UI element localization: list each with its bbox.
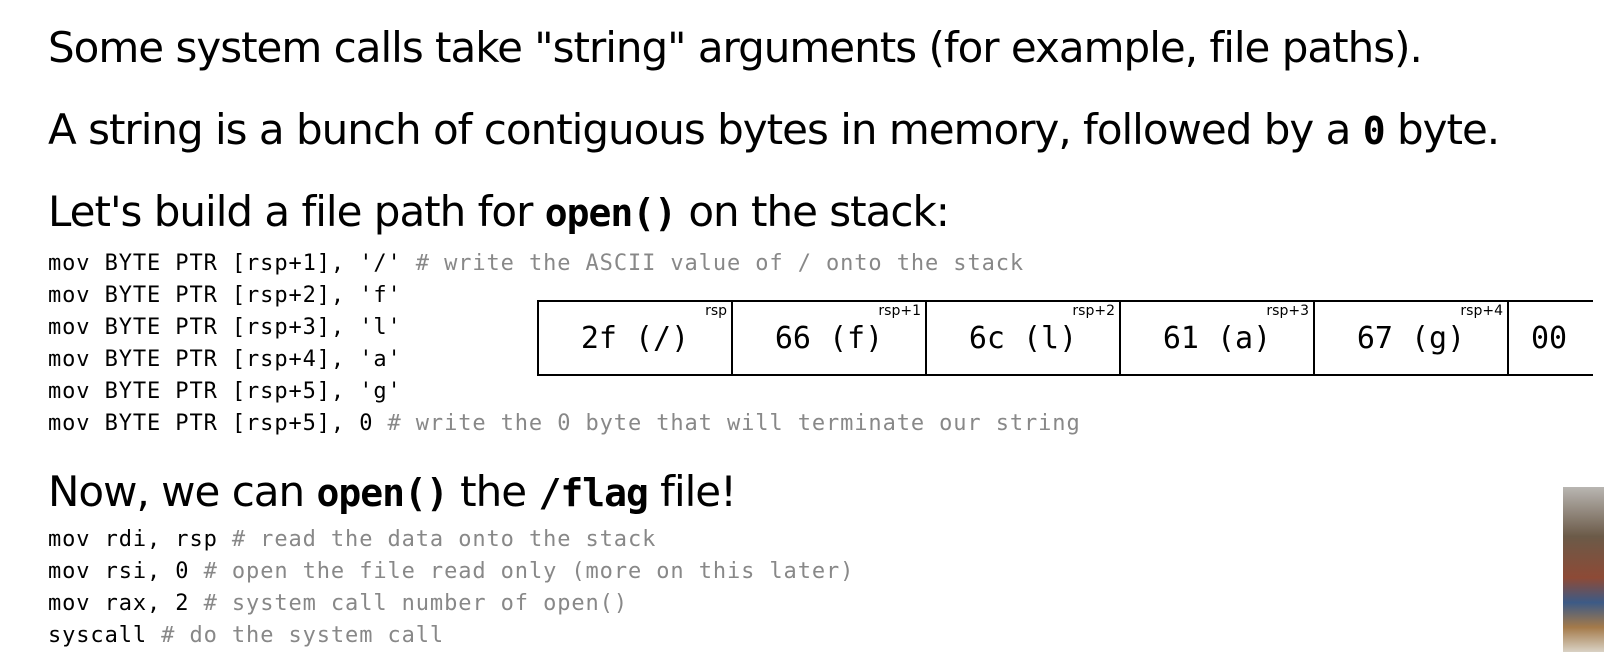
code-comment: # system call number of open() <box>203 591 628 616</box>
open-call-code: open() <box>544 191 677 235</box>
stack-cell: rsp+3 61 (a) <box>1121 302 1315 374</box>
code-instruction: mov BYTE PTR [rsp+5], 'g' <box>48 379 402 404</box>
heading-open-flag: Now, we can open() the /flag file! <box>48 466 737 519</box>
code-line: mov BYTE PTR [rsp+4], 'a' <box>48 344 402 376</box>
stack-cell-offset: rsp <box>705 303 727 319</box>
code-instruction: mov BYTE PTR [rsp+4], 'a' <box>48 347 402 372</box>
code-instruction: mov rax, 2 <box>48 591 204 616</box>
code-line: mov BYTE PTR [rsp+5], 0 # write the 0 by… <box>48 408 1081 440</box>
heading-string-definition-pre: A string is a bunch of contiguous bytes … <box>48 105 1363 154</box>
code-comment: # do the system call <box>161 623 445 648</box>
code-instruction: mov BYTE PTR [rsp+5], 0 <box>48 411 388 436</box>
stack-cell: rsp+2 6c (l) <box>927 302 1121 374</box>
presenter-video-thumbnail <box>1563 487 1604 652</box>
heading-open-flag-mid: the <box>447 467 539 516</box>
zero-byte-code: 0 <box>1362 109 1386 153</box>
code-line: mov rsi, 0 # open the file read only (mo… <box>48 556 854 588</box>
stack-cell-value: 00 <box>1531 320 1568 356</box>
heading-open-flag-pre: Now, we can <box>48 467 317 516</box>
stack-cell: rsp+1 66 (f) <box>733 302 927 374</box>
code-line: mov rax, 2 # system call number of open(… <box>48 588 628 620</box>
stack-cell: rsp+4 67 (g) <box>1315 302 1509 374</box>
heading-build-path-post: on the stack: <box>676 187 950 236</box>
code-line: mov rdi, rsp # read the data onto the st… <box>48 524 656 556</box>
stack-cell-value: 6c (l) <box>968 320 1078 356</box>
heading-string-definition-post: byte. <box>1384 105 1500 154</box>
stack-cell-value: 2f (/) <box>580 320 690 356</box>
heading-build-path-pre: Let's build a file path for <box>48 187 545 236</box>
stack-cell-value: 66 (f) <box>774 320 884 356</box>
heading-open-flag-post: file! <box>647 467 737 516</box>
code-comment: # open the file read only (more on this … <box>203 559 855 584</box>
stack-cell: rsp 2f (/) <box>539 302 733 374</box>
stack-cell-offset: rsp+2 <box>1072 303 1115 319</box>
stack-cell-offset: rsp+1 <box>878 303 921 319</box>
code-line: syscall # do the system call <box>48 620 444 652</box>
heading-build-path: Let's build a file path for open() on th… <box>48 186 950 239</box>
stack-cell-terminator: 00 <box>1509 302 1593 374</box>
stack-cell-offset: rsp+4 <box>1460 303 1503 319</box>
code-instruction: mov BYTE PTR [rsp+1], '/' <box>48 251 416 276</box>
stack-cell-value: 67 (g) <box>1356 320 1466 356</box>
code-instruction: mov rsi, 0 <box>48 559 204 584</box>
stack-cell-offset: rsp+3 <box>1266 303 1309 319</box>
code-comment: # read the data onto the stack <box>231 527 657 552</box>
code-comment: # write the ASCII value of / onto the st… <box>415 251 1025 276</box>
code-instruction: mov BYTE PTR [rsp+2], 'f' <box>48 283 402 308</box>
code-comment: # write the 0 byte that will terminate o… <box>387 411 1081 436</box>
code-line: mov BYTE PTR [rsp+3], 'l' <box>48 312 402 344</box>
open-call-code: open() <box>316 471 449 515</box>
heading-string-arguments: Some system calls take "string" argument… <box>48 23 1423 72</box>
stack-diagram: rsp 2f (/) rsp+1 66 (f) rsp+2 6c (l) rsp+3 6… <box>537 300 1593 376</box>
heading-string-definition: A string is a bunch of contiguous bytes … <box>48 104 1500 157</box>
code-line: mov BYTE PTR [rsp+2], 'f' <box>48 280 402 312</box>
code-instruction: mov rdi, rsp <box>48 527 232 552</box>
code-instruction: syscall <box>48 623 162 648</box>
code-instruction: mov BYTE PTR [rsp+3], 'l' <box>48 315 402 340</box>
code-line: mov BYTE PTR [rsp+5], 'g' <box>48 376 402 408</box>
stack-cell-value: 61 (a) <box>1162 320 1272 356</box>
flag-path-code: /flag <box>538 471 648 515</box>
code-line: mov BYTE PTR [rsp+1], '/' # write the AS… <box>48 248 1024 280</box>
